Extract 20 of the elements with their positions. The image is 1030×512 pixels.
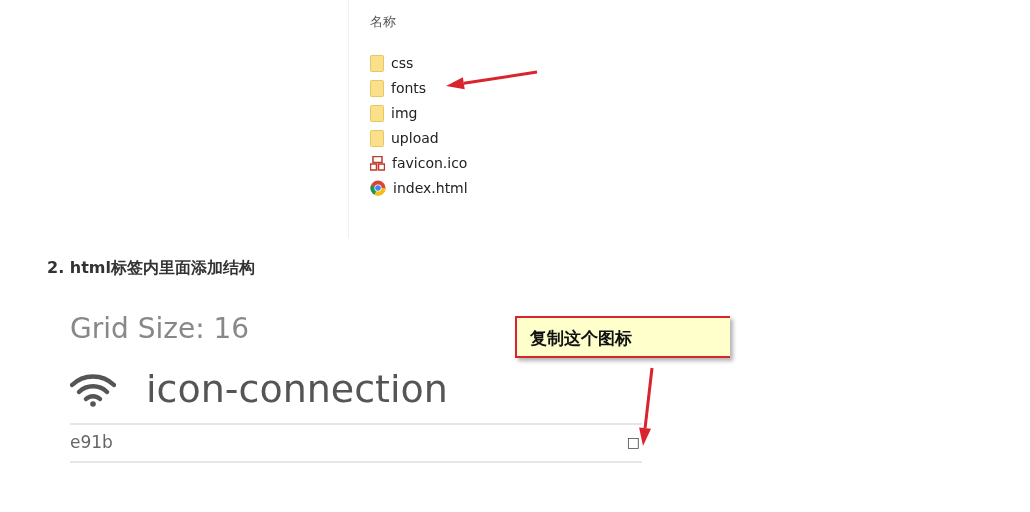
folder-icon: [370, 54, 384, 72]
callout-note: 复制这个图标: [515, 316, 730, 358]
file-name[interactable]: css: [391, 52, 414, 74]
section-heading: 2. html标签内里面添加结构: [47, 257, 256, 279]
file-name[interactable]: upload: [391, 127, 439, 149]
file-name[interactable]: img: [391, 102, 418, 124]
file-name[interactable]: index.html: [393, 177, 468, 199]
icon-code: e91b: [70, 431, 113, 455]
folder-icon: [370, 104, 384, 122]
folder-icon: [370, 79, 384, 97]
wifi-icon: [70, 372, 116, 407]
folder-icon: [370, 129, 384, 147]
file-name[interactable]: fonts: [391, 77, 427, 99]
browser-logo-icon: [370, 180, 386, 196]
icon-name: icon-connection: [146, 369, 448, 411]
column-header: 名称: [370, 13, 397, 31]
icon-glyph: □: [626, 433, 640, 453]
file-name[interactable]: favicon.ico: [392, 152, 468, 174]
grid-icon: [370, 155, 385, 171]
grid-size-label: Grid Size: 16: [70, 315, 250, 343]
